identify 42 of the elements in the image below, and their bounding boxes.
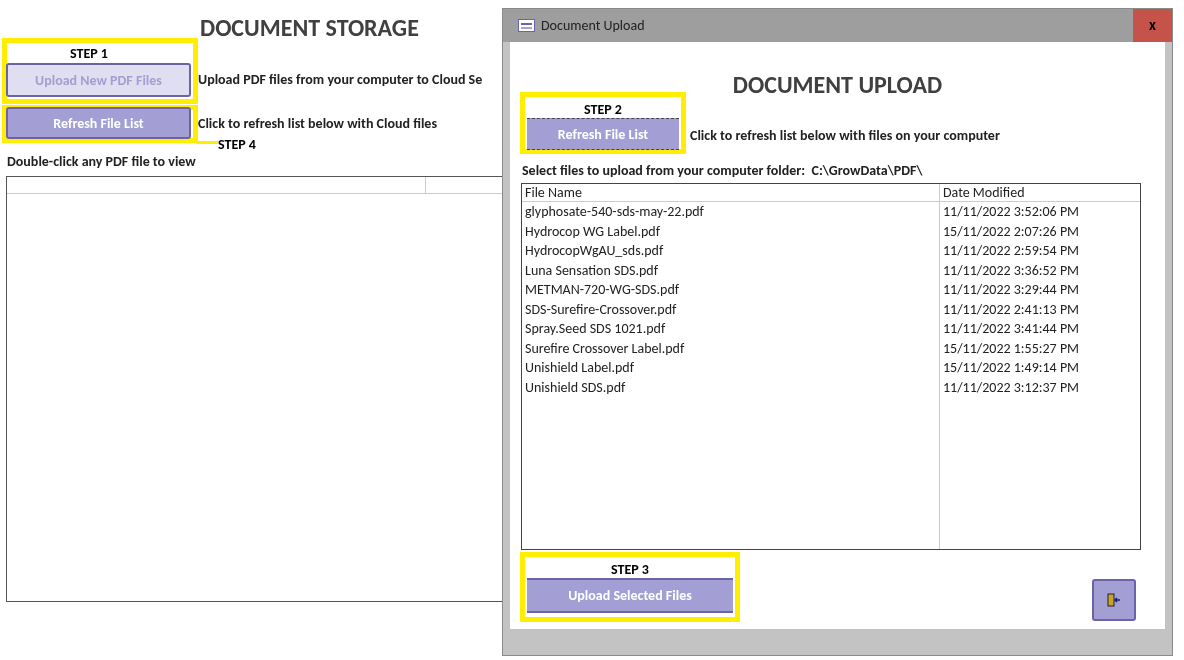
table-cell-text: 11/11/2022 2:41:13 PM [942,299,1081,319]
step-label: STEP 3 [610,560,650,580]
close-button[interactable]: x [1133,9,1172,42]
instruction-text: Double-click any PDF file to view [7,152,196,172]
page-title: DOCUMENT STORAGE [200,12,419,44]
table-cell-text: 11/11/2022 2:59:54 PM [942,241,1081,261]
table-cell-text: 11/11/2022 3:29:44 PM [942,280,1081,300]
table-cell-text: 15/11/2022 1:49:14 PM [942,358,1081,378]
table-cell-text: 11/11/2022 3:41:44 PM [942,319,1081,339]
step-label: STEP 2 [583,100,623,120]
table-cell-text: Surefire Crossover Label.pdf [524,338,686,358]
table-cell-text: HydrocopWgAU_sds.pdf [524,241,665,261]
table-cell-text: Luna Sensation SDS.pdf [524,260,659,280]
table-cell-text: 15/11/2022 1:55:27 PM [942,338,1081,358]
table-cell-text: Hydrocop WG Label.pdf [524,221,661,241]
column-header[interactable]: File Name [522,184,940,201]
table-cell-text: SDS-Surefire-Crossover.pdf [524,299,678,319]
step-label: STEP 4 [218,135,256,155]
file-table[interactable] [521,183,1141,550]
window-title: Document Upload [541,16,645,36]
exit-door-icon [1107,593,1121,607]
table-cell-text: 11/11/2022 3:12:37 PM [942,377,1081,397]
refresh-button[interactable]: Refresh File List [6,107,191,139]
instruction-text: Click to refresh list below with Cloud files [198,114,437,134]
instruction-text: Upload PDF files from your computer to Cloud Se [198,70,483,90]
upload-button[interactable]: Upload Selected Files [527,578,733,613]
folder-label: Select files to upload from your computer folder: C:\GrowData\PDF\ [522,161,923,181]
table-cell-text: METMAN-720-WG-SDS.pdf [524,280,680,300]
table-cell-text: glyphosate-540-sds-may-22.pdf [524,202,705,222]
step-label: STEP 1 [70,44,108,64]
instruction-text: Click to refresh list below with files on your computer [690,126,1000,146]
table-cell-text: Unishield SDS.pdf [524,377,627,397]
refresh-button[interactable]: Refresh File List [527,118,679,150]
table-cell-text: Unishield Label.pdf [524,358,635,378]
form-icon [518,19,535,32]
table-cell-text: 15/11/2022 2:07:26 PM [942,221,1081,241]
table-cell-text: Spray.Seed SDS 1021.pdf [524,319,667,339]
table-cell-text: 11/11/2022 3:52:06 PM [942,202,1081,222]
column-header[interactable]: Date Modified [940,184,1140,201]
table-cell-text: 11/11/2022 3:36:52 PM [942,260,1081,280]
dialog-title: DOCUMENT UPLOAD [731,69,944,101]
exit-button[interactable] [1092,579,1136,621]
